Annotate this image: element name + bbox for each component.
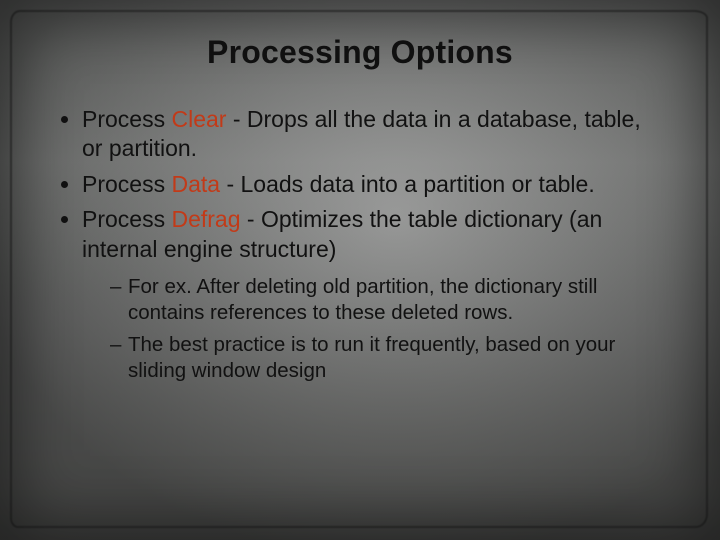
sub-bullet-list: For ex. After deleting old partition, th… xyxy=(82,274,664,383)
list-item: Process Data - Loads data into a partiti… xyxy=(82,170,664,199)
list-item: The best practice is to run it frequentl… xyxy=(110,332,664,384)
bullet-keyword: Defrag xyxy=(171,206,240,232)
slide: Processing Options Process Clear - Drops… xyxy=(0,0,720,540)
bullet-prefix: Process xyxy=(82,106,171,132)
bullet-prefix: Process xyxy=(82,171,171,197)
slide-title: Processing Options xyxy=(56,34,664,71)
bullet-prefix: Process xyxy=(82,206,171,232)
bullet-keyword: Data xyxy=(171,171,220,197)
list-item: Process Defrag - Optimizes the table dic… xyxy=(82,205,664,383)
list-item: Process Clear - Drops all the data in a … xyxy=(82,105,664,164)
bullet-rest: - Loads data into a partition or table. xyxy=(220,171,595,197)
bullet-list: Process Clear - Drops all the data in a … xyxy=(56,105,664,384)
list-item: For ex. After deleting old partition, th… xyxy=(110,274,664,326)
bullet-keyword: Clear xyxy=(171,106,226,132)
